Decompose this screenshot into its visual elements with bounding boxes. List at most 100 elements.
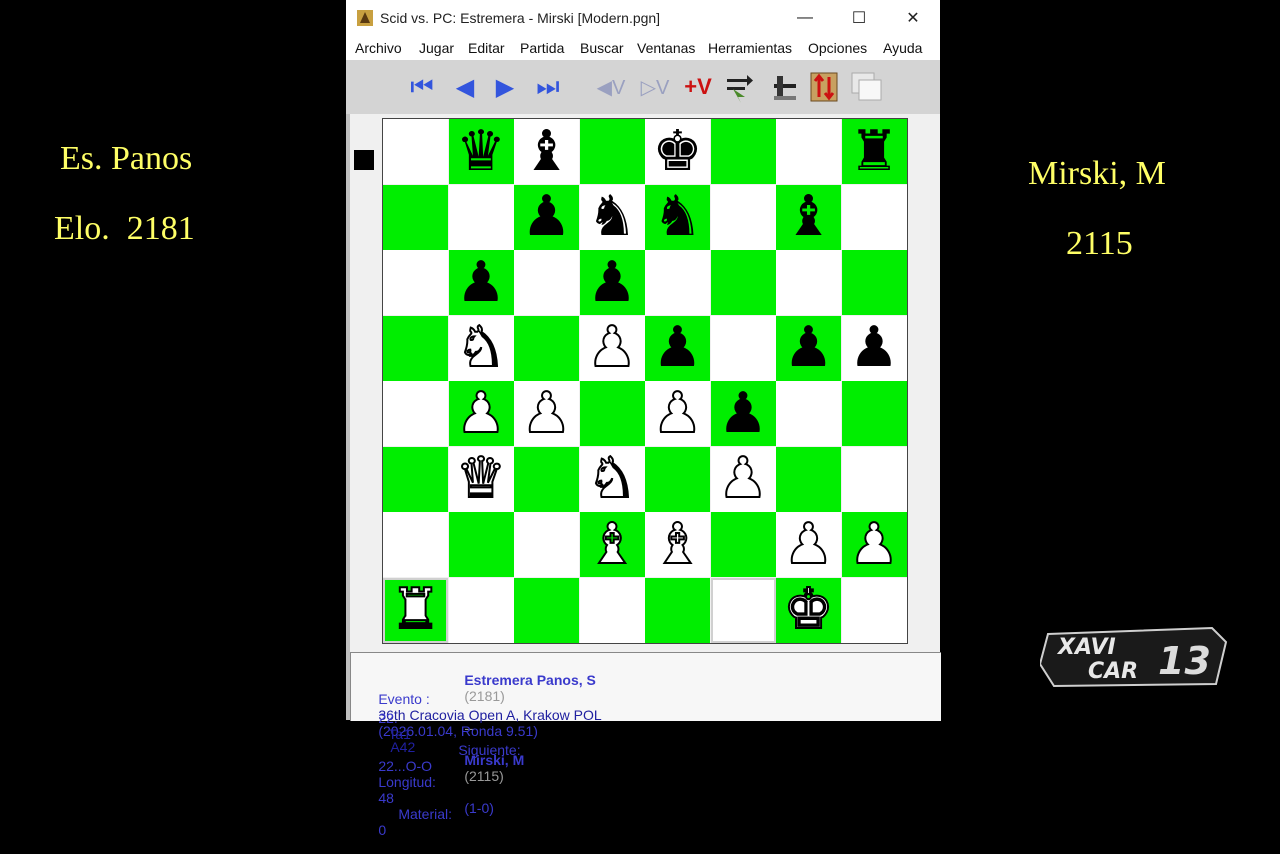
autoplay-button[interactable] — [724, 70, 756, 104]
square-a6[interactable] — [383, 250, 448, 315]
square-b5[interactable]: ♞ — [448, 315, 514, 381]
white-pawn-piece[interactable]: ♟ — [848, 515, 900, 573]
white-bishop-piece[interactable]: ♝ — [586, 515, 638, 573]
square-h7[interactable] — [841, 184, 907, 250]
menu-jugar[interactable]: Jugar — [419, 40, 454, 56]
square-e8[interactable]: ♚ — [645, 119, 710, 184]
square-f2[interactable] — [710, 512, 776, 577]
square-a4[interactable] — [383, 381, 448, 446]
black-bishop-piece[interactable]: ♝ — [521, 123, 571, 180]
white-queen-piece[interactable]: ♛ — [455, 450, 507, 508]
menu-opciones[interactable]: Opciones — [808, 40, 867, 56]
square-e5[interactable]: ♟ — [645, 315, 710, 381]
square-f3[interactable]: ♟ — [710, 446, 776, 512]
square-c4[interactable]: ♟ — [514, 381, 579, 446]
minimize-button[interactable]: — — [782, 4, 828, 32]
black-pawn-piece[interactable]: ♟ — [456, 254, 506, 311]
black-rook-piece[interactable]: ♜ — [849, 123, 899, 180]
square-d2[interactable]: ♝ — [579, 512, 645, 577]
white-king-piece[interactable]: ♚ — [782, 581, 834, 639]
square-c8[interactable]: ♝ — [514, 119, 579, 184]
black-pawn-piece[interactable]: ♟ — [587, 254, 637, 311]
square-c2[interactable] — [514, 512, 579, 577]
black-king-piece[interactable]: ♚ — [652, 123, 702, 180]
menu-buscar[interactable]: Buscar — [580, 40, 624, 56]
square-f1[interactable] — [710, 577, 776, 643]
square-b8[interactable]: ♛ — [448, 119, 514, 184]
white-pawn-piece[interactable]: ♟ — [455, 384, 507, 442]
chess-board[interactable]: ♛ ♝ ♚ ♜ ♟ ♞ ♞ ♝ ♟ ♟ ♞ ♟ ♟ ♟ ♟ ♟ ♟ ♟ ♟ ♛ ♞ ♟ ♝ ♝ ♟ ♟ ♜ ♚ — [382, 118, 908, 644]
flip-board-button[interactable] — [808, 70, 840, 104]
square-b3[interactable]: ♛ — [448, 446, 514, 512]
square-g3[interactable] — [776, 446, 841, 512]
square-c3[interactable] — [514, 446, 579, 512]
square-e3[interactable] — [645, 446, 710, 512]
square-d5[interactable]: ♟ — [579, 315, 645, 381]
square-d8[interactable] — [579, 119, 645, 184]
maximize-button[interactable]: ☐ — [836, 4, 882, 32]
square-h5[interactable]: ♟ — [841, 315, 907, 381]
tree-button[interactable] — [770, 70, 800, 104]
square-f8[interactable] — [710, 119, 776, 184]
square-f4[interactable]: ♟ — [710, 381, 776, 446]
square-d6[interactable]: ♟ — [579, 250, 645, 315]
square-f7[interactable] — [710, 184, 776, 250]
close-button[interactable]: ✕ — [890, 4, 936, 32]
square-h6[interactable] — [841, 250, 907, 315]
square-g6[interactable] — [776, 250, 841, 315]
square-a2[interactable] — [383, 512, 448, 577]
white-knight-piece[interactable]: ♞ — [586, 450, 638, 508]
white-pawn-piece[interactable]: ♟ — [782, 515, 834, 573]
menu-archivo[interactable]: Archivo — [355, 40, 402, 56]
square-b6[interactable]: ♟ — [448, 250, 514, 315]
white-knight-piece[interactable]: ♞ — [455, 319, 507, 377]
white-rook-piece[interactable]: ♜ — [389, 581, 441, 639]
black-knight-piece[interactable]: ♞ — [587, 189, 637, 245]
square-b7[interactable] — [448, 184, 514, 250]
square-e6[interactable] — [645, 250, 710, 315]
black-pawn-piece[interactable]: ♟ — [849, 320, 899, 376]
square-d4[interactable] — [579, 381, 645, 446]
menu-herramientas[interactable]: Herramientas — [708, 40, 792, 56]
white-pawn-piece[interactable]: ♟ — [651, 384, 703, 442]
square-d3[interactable]: ♞ — [579, 446, 645, 512]
last-move[interactable]: Ta1 — [388, 726, 411, 742]
square-g2[interactable]: ♟ — [776, 512, 841, 577]
square-g1[interactable]: ♚ — [776, 577, 841, 643]
square-f6[interactable] — [710, 250, 776, 315]
square-a8[interactable] — [383, 119, 448, 184]
square-e7[interactable]: ♞ — [645, 184, 710, 250]
variation-back-button[interactable]: ◀V — [594, 70, 628, 104]
square-a7[interactable] — [383, 184, 448, 250]
square-e4[interactable]: ♟ — [645, 381, 710, 446]
square-g4[interactable] — [776, 381, 841, 446]
black-knight-piece[interactable]: ♞ — [652, 189, 702, 245]
last-move-button[interactable]: ⏭ — [530, 70, 566, 104]
square-a3[interactable] — [383, 446, 448, 512]
back-button[interactable]: ◀ — [450, 70, 480, 104]
square-a5[interactable] — [383, 315, 448, 381]
square-h1[interactable] — [841, 577, 907, 643]
first-move-button[interactable]: ⏮ — [404, 70, 440, 104]
menu-editar[interactable]: Editar — [468, 40, 505, 56]
square-h3[interactable] — [841, 446, 907, 512]
square-c1[interactable] — [514, 577, 579, 643]
add-variation-button[interactable]: +V — [680, 70, 716, 104]
forward-button[interactable]: ▶ — [490, 70, 520, 104]
square-e2[interactable]: ♝ — [645, 512, 710, 577]
square-c6[interactable] — [514, 250, 579, 315]
square-c7[interactable]: ♟ — [514, 184, 579, 250]
windows-button[interactable] — [850, 70, 884, 104]
white-pawn-piece[interactable]: ♟ — [717, 450, 769, 508]
square-h2[interactable]: ♟ — [841, 512, 907, 577]
menu-ayuda[interactable]: Ayuda — [883, 40, 922, 56]
menu-partida[interactable]: Partida — [520, 40, 564, 56]
black-pawn-piece[interactable]: ♟ — [783, 320, 833, 376]
variation-enter-button[interactable]: ▷V — [638, 70, 672, 104]
square-g7[interactable]: ♝ — [776, 184, 841, 250]
square-g5[interactable]: ♟ — [776, 315, 841, 381]
white-pawn-piece[interactable]: ♟ — [586, 319, 638, 377]
square-b4[interactable]: ♟ — [448, 381, 514, 446]
white-pawn-piece[interactable]: ♟ — [520, 384, 572, 442]
square-c5[interactable] — [514, 315, 579, 381]
